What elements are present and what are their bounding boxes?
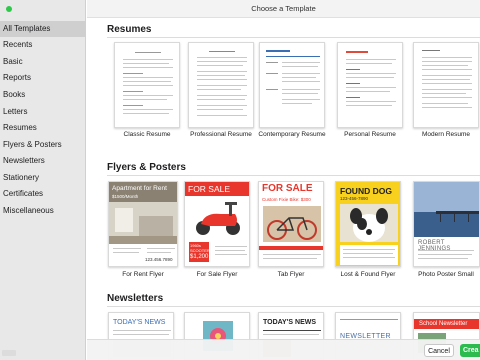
flyer-headline: FOR SALE	[262, 183, 313, 194]
sidebar-item-recents[interactable]: Recents	[0, 37, 86, 53]
cancel-button[interactable]: Cancel	[424, 344, 454, 357]
sidebar-item-all-templates[interactable]: All Templates	[0, 21, 86, 37]
sidebar-item-miscellaneous[interactable]: Miscellaneous	[0, 203, 86, 219]
template-thumb-personal-resume[interactable]	[337, 42, 403, 128]
flyer-headline: Apartment for Rent	[112, 185, 167, 192]
section-divider	[107, 37, 480, 38]
template-label: Classic Resume	[123, 131, 171, 138]
flyer-headline: FOUND DOG	[340, 186, 392, 196]
newsletter-headline: School Newsletter	[419, 321, 468, 327]
section-title-newsletters: Newsletters	[107, 293, 164, 304]
sidebar-item-resumes[interactable]: Resumes	[0, 120, 86, 136]
template-thumb-for-sale-flyer[interactable]: FOR SALE 1960s SCOOTER $1,200	[184, 181, 250, 267]
template-thumb-lost-found-flyer[interactable]: FOUND DOG 123-456-7890	[335, 181, 401, 267]
sidebar-item-books[interactable]: Books	[0, 87, 86, 103]
footer-bar: Cancel Crea	[87, 339, 480, 360]
template-thumb-modern-resume[interactable]	[413, 42, 479, 128]
template-label: Personal Resume	[344, 131, 396, 138]
template-label: Professional Resume	[190, 131, 252, 138]
template-label: For Sale Flyer	[196, 271, 238, 278]
window-close-button[interactable]	[6, 6, 12, 12]
template-thumb-photo-poster-small[interactable]: ROBERT JENNINGS	[413, 181, 480, 267]
template-label: Photo Poster Small	[418, 271, 474, 278]
section-divider	[107, 175, 480, 176]
template-label: Lost & Found Flyer	[340, 271, 396, 278]
sidebar-footer-control	[2, 350, 16, 356]
flyer-subhead: Custom Fixie Bike: $300	[262, 197, 311, 202]
template-thumb-professional-resume[interactable]	[188, 42, 254, 128]
flyer-detail: 1960s SCOOTER	[190, 243, 210, 253]
sidebar-item-certificates[interactable]: Certificates	[0, 186, 86, 202]
dog-photo	[340, 204, 398, 242]
create-button[interactable]: Crea	[460, 344, 480, 357]
section-title-resumes: Resumes	[107, 24, 152, 35]
template-thumb-classic-resume[interactable]	[114, 42, 180, 128]
template-thumb-for-rent-flyer[interactable]: Apartment for Rent $1500/Month 123.456.7…	[108, 181, 178, 267]
flyer-phone: 123-456-7890	[340, 196, 369, 201]
template-thumb-tab-flyer[interactable]: FOR SALE Custom Fixie Bike: $300	[258, 181, 324, 267]
lake-photo	[414, 182, 479, 237]
sidebar: All Templates Recents Basic Reports Book…	[0, 0, 86, 360]
sidebar-item-reports[interactable]: Reports	[0, 70, 86, 86]
template-label: Tab Flyer	[277, 271, 305, 278]
flyer-price: $1,200	[190, 254, 209, 260]
sidebar-item-basic[interactable]: Basic	[0, 54, 86, 70]
template-label: Contemporary Resume	[258, 131, 326, 138]
template-thumb-contemporary-resume[interactable]	[259, 42, 325, 128]
sidebar-item-newsletters[interactable]: Newsletters	[0, 153, 86, 169]
sidebar-item-flyers-posters[interactable]: Flyers & Posters	[0, 137, 86, 153]
section-title-flyers-posters: Flyers & Posters	[107, 162, 186, 173]
newsletter-headline: TODAY'S NEWS	[263, 319, 317, 326]
flyer-headline: FOR SALE	[188, 184, 231, 194]
window-title: Choose a Template	[87, 0, 480, 18]
bike-illustration	[263, 206, 321, 242]
flyer-price: $1500/Month	[112, 194, 139, 199]
scooter-illustration	[196, 202, 240, 235]
template-gallery: Choose a Template Resumes Classic Resume	[87, 0, 480, 360]
section-divider	[107, 306, 480, 307]
flyer-phone: 123.456.7890	[145, 257, 173, 262]
template-label: For Rent Flyer	[122, 271, 164, 278]
sidebar-item-stationery[interactable]: Stationery	[0, 170, 86, 186]
apartment-photo	[109, 202, 177, 244]
flyer-details: 123.456.7890	[109, 244, 177, 266]
sidebar-item-letters[interactable]: Letters	[0, 104, 86, 120]
template-label: Modern Resume	[421, 131, 471, 138]
newsletter-headline: TODAY'S NEWS	[113, 319, 166, 326]
